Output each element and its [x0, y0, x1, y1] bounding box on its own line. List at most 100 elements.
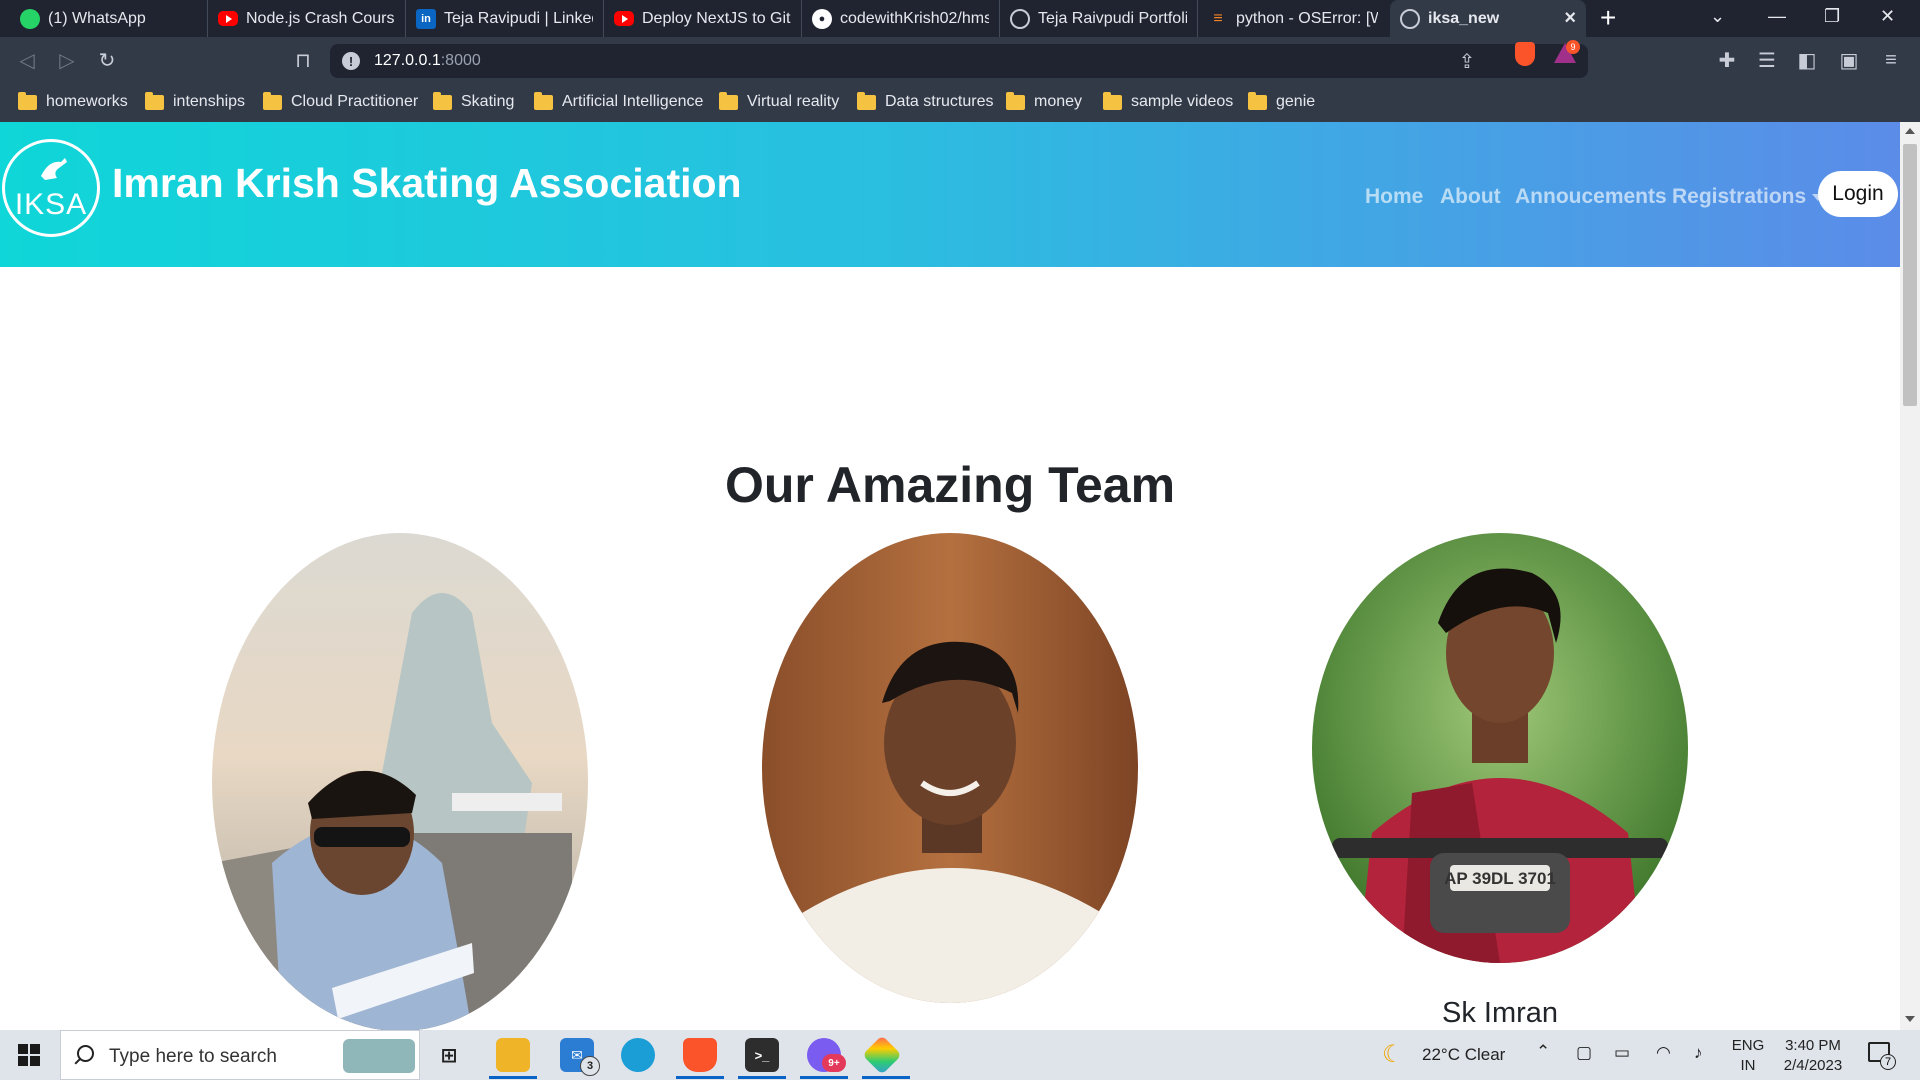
close-window-icon[interactable]: ✕	[1880, 6, 1895, 27]
folder-icon	[534, 91, 553, 110]
bookmarks-bar: homeworks intenships Cloud Practitioner …	[0, 84, 1920, 122]
wallet-icon[interactable]: ▣	[1834, 45, 1864, 75]
site-info-icon[interactable]: !	[342, 52, 360, 70]
bookmark-folder[interactable]: genie	[1248, 91, 1315, 111]
folder-icon	[719, 91, 738, 110]
edge-icon[interactable]	[621, 1038, 655, 1072]
weather-temp: 22°C	[1422, 1045, 1460, 1064]
bookmark-label: Data structures	[885, 93, 994, 110]
url-port: :8000	[440, 52, 481, 69]
bookmark-label: homeworks	[46, 93, 128, 110]
file-explorer-icon[interactable]	[496, 1038, 530, 1072]
active-indicator	[862, 1076, 910, 1079]
active-indicator	[489, 1076, 537, 1079]
site-title[interactable]: Imran Krish Skating Association	[112, 160, 742, 207]
tab-search-chevron-icon[interactable]: ⌄	[1710, 6, 1725, 27]
meet-now-icon[interactable]: ▢	[1576, 1043, 1592, 1063]
bookmark-folder[interactable]: Artificial Intelligence	[534, 91, 704, 111]
language-indicator[interactable]: ENG IN	[1728, 1036, 1768, 1076]
taskbar-search-input[interactable]: Type here to search	[60, 1030, 420, 1080]
bookmark-icon[interactable]: ⊓	[288, 45, 318, 75]
tab-linkedin[interactable]: in Teja Ravipudi | LinkedIn	[406, 0, 604, 37]
share-icon[interactable]: ⇪	[1452, 46, 1482, 76]
bookmark-folder[interactable]: money	[1006, 91, 1082, 111]
youtube-icon	[218, 11, 238, 26]
tab-github[interactable]: ● codewithKrish02/hmsd	[802, 0, 1000, 37]
clock-time: 3:40 PM	[1785, 1037, 1841, 1054]
system-clock[interactable]: 3:40 PM 2/4/2023	[1768, 1036, 1858, 1076]
windows-taskbar: Type here to search ⊞ ✉ 3 >_ 9+ ☾ 22°C C…	[0, 1030, 1920, 1080]
bookmark-folder[interactable]: Virtual reality	[719, 91, 840, 111]
svg-text:AP 39DL 3701: AP 39DL 3701	[1444, 869, 1556, 888]
globe-icon	[1400, 8, 1420, 29]
weather-moon-icon[interactable]: ☾	[1382, 1040, 1404, 1069]
member-portrait-photo	[762, 533, 1138, 1003]
brave-shields-icon[interactable]	[1515, 42, 1535, 66]
nav-announcements[interactable]: Annoucements	[1515, 185, 1667, 209]
back-icon[interactable]: ◁	[12, 45, 42, 75]
new-tab-icon[interactable]: +	[1600, 4, 1616, 32]
tab-label: Deploy NextJS to Githu	[642, 9, 791, 27]
close-tab-icon[interactable]: ×	[1554, 7, 1576, 30]
menu-icon[interactable]: ≡	[1876, 45, 1906, 75]
weather-text: Clear	[1464, 1045, 1506, 1064]
nav-home[interactable]: Home	[1365, 185, 1423, 209]
tab-deploy-nextjs[interactable]: Deploy NextJS to Githu	[604, 0, 802, 37]
minimize-icon[interactable]: —	[1768, 6, 1786, 27]
folder-icon	[18, 91, 37, 110]
tab-label: Teja Raivpudi Portfolio	[1038, 9, 1187, 27]
scroll-up-icon[interactable]	[1905, 128, 1915, 134]
wifi-icon[interactable]: ◠	[1656, 1043, 1671, 1063]
folder-icon	[145, 91, 164, 110]
team-member-card	[762, 533, 1138, 1003]
iksa-logo[interactable]: IKSA	[2, 139, 100, 237]
tab-stackoverflow[interactable]: ≡ python - OSError: [Win	[1198, 0, 1388, 37]
forward-icon[interactable]: ▷	[52, 45, 82, 75]
reload-icon[interactable]: ↻	[92, 45, 122, 75]
volume-icon[interactable]: ♪	[1694, 1043, 1703, 1063]
bookmark-folder[interactable]: Skating	[433, 91, 514, 111]
bookmark-folder[interactable]: sample videos	[1103, 91, 1233, 111]
nav-about[interactable]: About	[1440, 185, 1501, 209]
tab-portfolio[interactable]: Teja Raivpudi Portfolio	[1000, 0, 1198, 37]
rewards-badge: 9	[1566, 40, 1580, 54]
github-icon: ●	[812, 8, 832, 29]
restore-icon[interactable]: ❐	[1824, 6, 1840, 27]
show-hidden-icons-chevron-icon[interactable]: ⌃	[1536, 1042, 1550, 1062]
bookmark-folder[interactable]: Cloud Practitioner	[263, 91, 418, 111]
tab-label: Teja Ravipudi | LinkedIn	[444, 9, 593, 27]
battery-icon[interactable]: ▭	[1614, 1043, 1630, 1063]
bookmark-label: Artificial Intelligence	[562, 93, 704, 110]
youtube-icon	[614, 11, 634, 26]
member-name: Sk Imran	[1441, 997, 1559, 1029]
weather-widget[interactable]: 22°C Clear	[1422, 1045, 1505, 1065]
extensions-icon[interactable]: ✚	[1712, 45, 1742, 75]
tab-iksa-new[interactable]: iksa_new ×	[1390, 0, 1586, 37]
brave-icon[interactable]	[683, 1038, 717, 1072]
search-highlight-image[interactable]	[343, 1039, 415, 1073]
sidebar-icon[interactable]: ◧	[1792, 45, 1822, 75]
team-heading: Our Amazing Team	[724, 457, 1176, 513]
terminal-icon[interactable]: >_	[745, 1038, 779, 1072]
task-view-icon[interactable]: ⊞	[432, 1038, 466, 1072]
scroll-down-icon[interactable]	[1905, 1016, 1915, 1022]
discord-badge: 9+	[822, 1054, 846, 1072]
bookmark-folder[interactable]: homeworks	[18, 91, 128, 111]
clock-date: 2/4/2023	[1783, 1057, 1843, 1074]
notification-badge: 7	[1880, 1054, 1896, 1070]
page-scrollbar[interactable]	[1900, 122, 1920, 1030]
playlist-icon[interactable]: ☰	[1752, 45, 1782, 75]
tab-label: python - OSError: [Win	[1236, 9, 1378, 27]
lang-bottom: IN	[1740, 1057, 1756, 1074]
tab-nodejs-course[interactable]: Node.js Crash Course T	[208, 0, 406, 37]
login-button[interactable]: Login	[1818, 171, 1898, 217]
bookmark-folder[interactable]: intenships	[145, 91, 245, 111]
tab-whatsapp[interactable]: (1) WhatsApp	[10, 0, 208, 37]
app-diamond-icon[interactable]	[862, 1035, 902, 1075]
windows-start-icon[interactable]	[18, 1044, 40, 1066]
address-bar[interactable]: ! 127.0.0.1:8000 ⇪	[330, 44, 1588, 78]
bookmark-folder[interactable]: Data structures	[857, 91, 994, 111]
scroll-thumb[interactable]	[1903, 144, 1917, 406]
bookmark-label: Virtual reality	[747, 93, 840, 110]
nav-registrations-dropdown[interactable]: Registrations	[1672, 185, 1825, 209]
